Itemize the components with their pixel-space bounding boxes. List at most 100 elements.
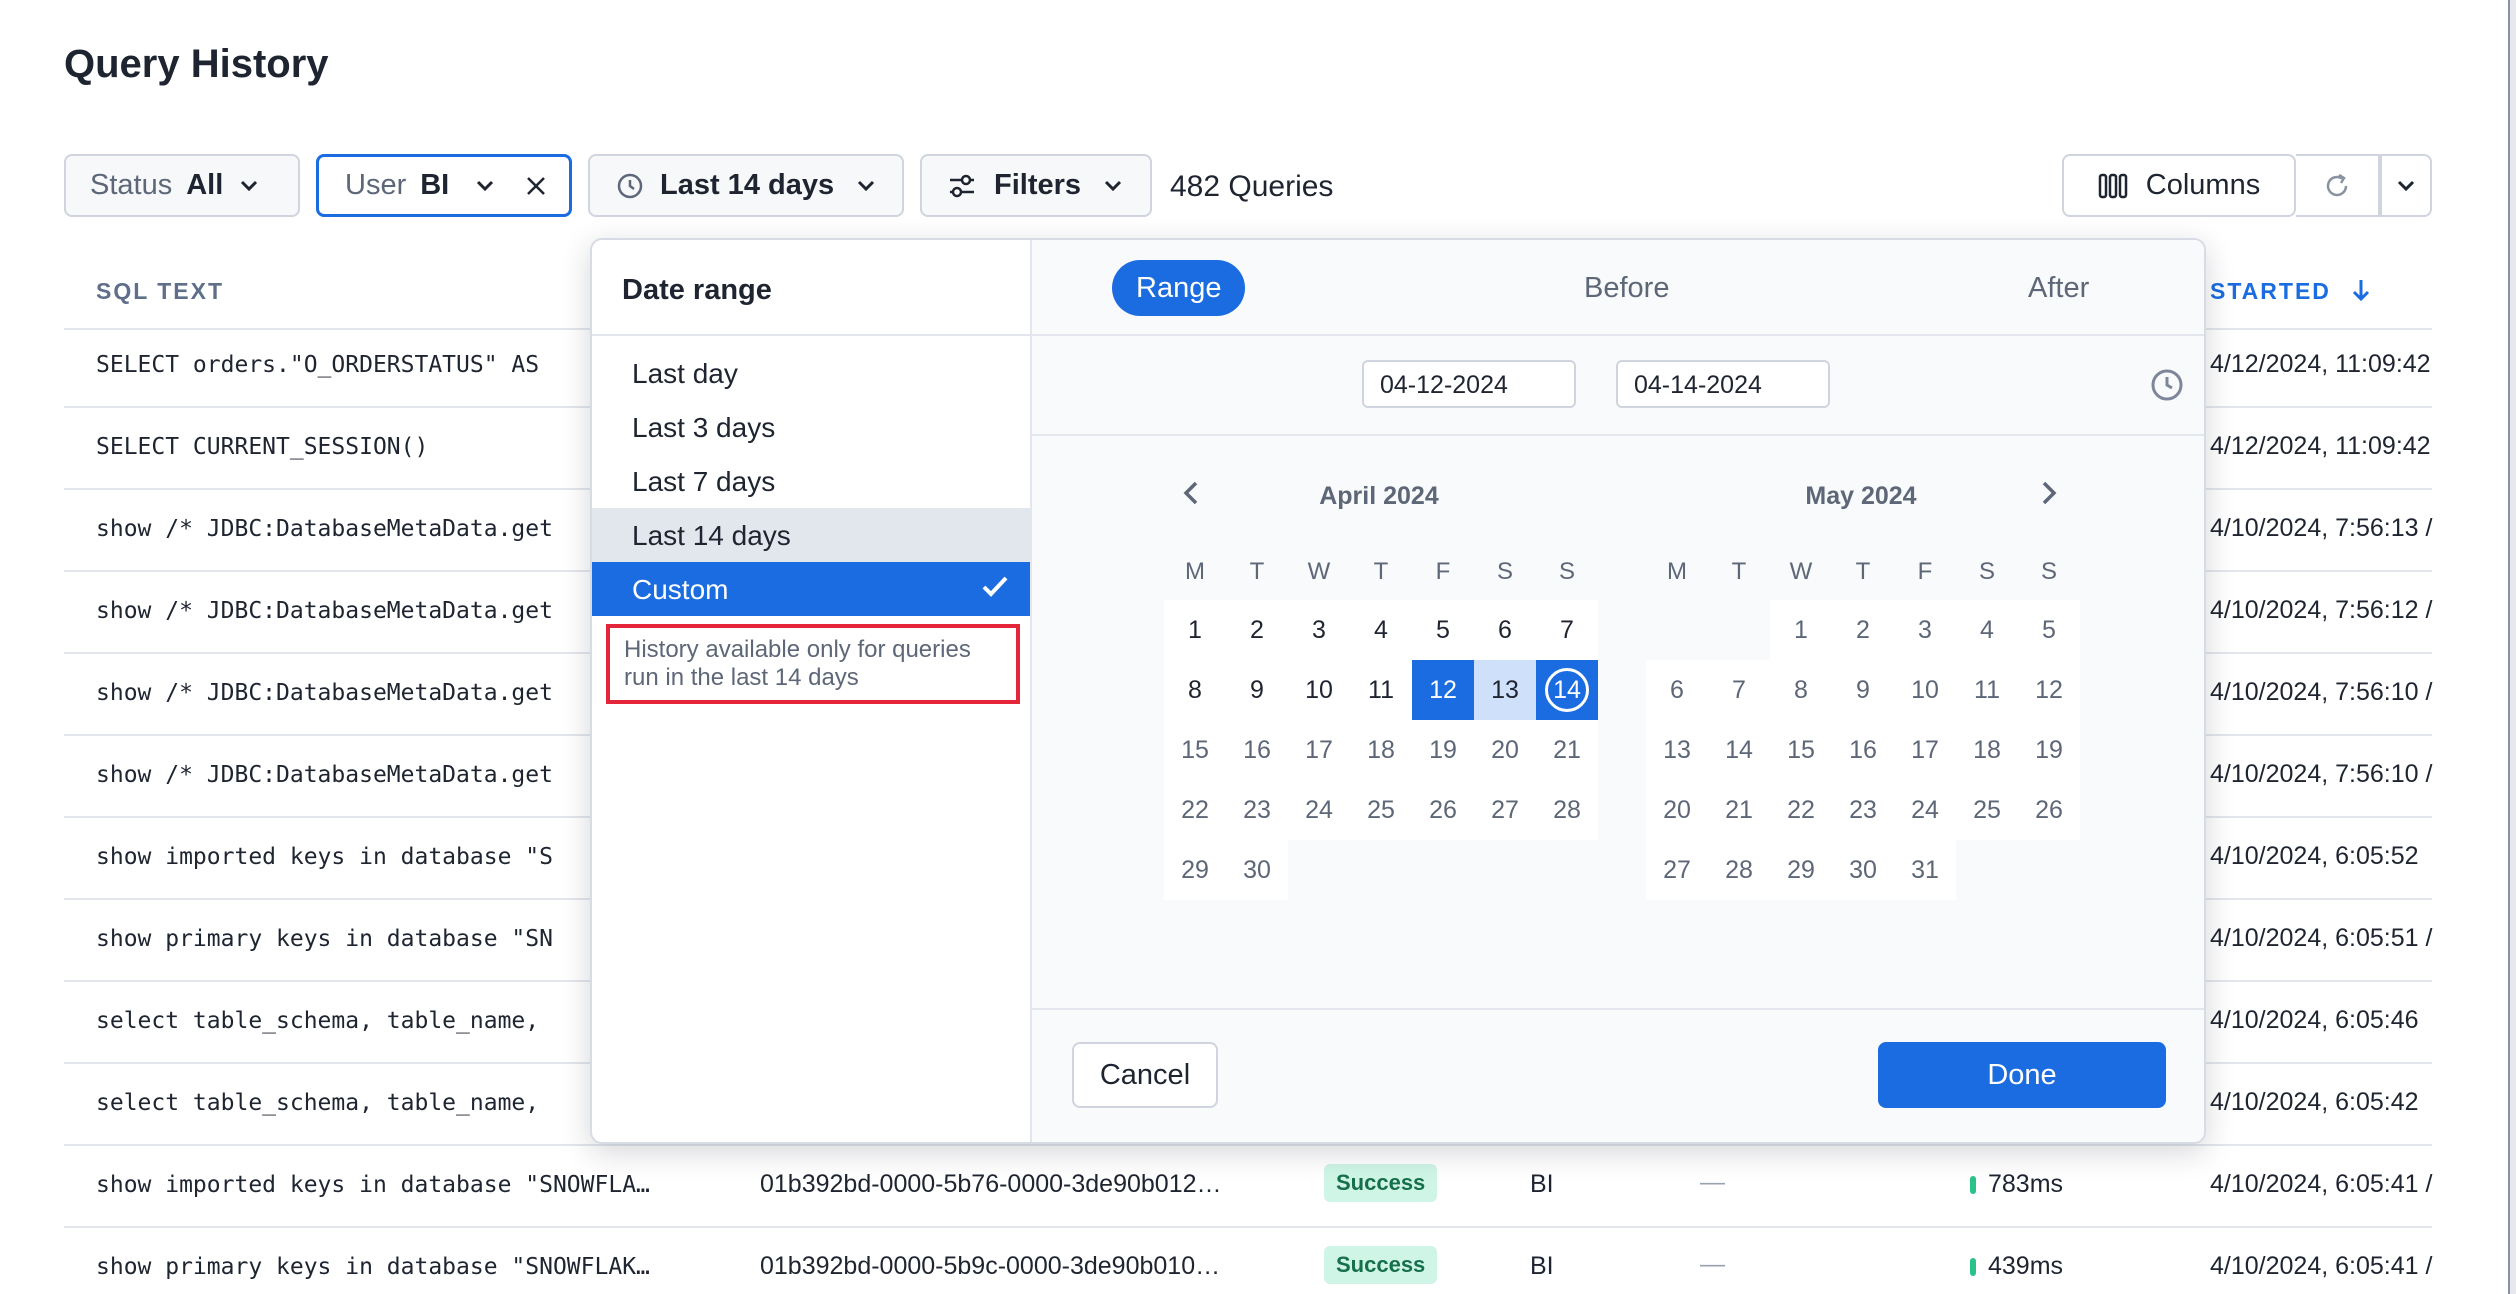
calendar-day[interactable]: 30: [1832, 840, 1894, 900]
calendar-day[interactable]: 1: [1770, 600, 1832, 660]
calendar-day[interactable]: 1: [1164, 600, 1226, 660]
refresh-options-button[interactable]: [2380, 154, 2432, 217]
calendar-day[interactable]: 29: [1164, 840, 1226, 900]
calendar-day[interactable]: 21: [1708, 780, 1770, 840]
calendar-day[interactable]: 5: [1412, 600, 1474, 660]
calendar-day[interactable]: 2: [1226, 600, 1288, 660]
calendar-day[interactable]: 11: [1956, 660, 2018, 720]
calendar-day[interactable]: 11: [1350, 660, 1412, 720]
tab-after[interactable]: After: [2004, 260, 2113, 316]
calendar-day[interactable]: 26: [1412, 780, 1474, 840]
calendar-day[interactable]: 15: [1770, 720, 1832, 780]
calendar-day[interactable]: 17: [1894, 720, 1956, 780]
calendar-day[interactable]: 27: [1646, 840, 1708, 900]
calendar-day[interactable]: 9: [1226, 660, 1288, 720]
calendar-day[interactable]: 8: [1164, 660, 1226, 720]
calendar-day[interactable]: 13: [1646, 720, 1708, 780]
chevron-down-icon[interactable]: [475, 173, 495, 199]
chevron-down-icon: [856, 173, 876, 199]
table-row[interactable]: show primary keys in database "SNOWFLAK……: [64, 1228, 2432, 1294]
clear-user-filter-icon[interactable]: [525, 175, 547, 197]
empty-cell: —: [1700, 1168, 1725, 1196]
calendar-day[interactable]: 28: [1708, 840, 1770, 900]
calendar-day[interactable]: 26: [2018, 780, 2080, 840]
calendar-day[interactable]: 2: [1832, 600, 1894, 660]
sql-text-cell: show imported keys in database "S: [96, 844, 553, 870]
column-header-started[interactable]: STARTED: [2210, 278, 2371, 308]
time-clock-icon[interactable]: [2150, 368, 2184, 407]
calendar-day[interactable]: 3: [1894, 600, 1956, 660]
start-date-input[interactable]: 04-12-2024: [1362, 360, 1576, 408]
calendar-day[interactable]: 30: [1226, 840, 1288, 900]
done-button[interactable]: Done: [1878, 1042, 2166, 1108]
page-scrollbar[interactable]: [2508, 0, 2516, 1294]
calendar-day[interactable]: 8: [1770, 660, 1832, 720]
calendar-day[interactable]: 24: [1288, 780, 1350, 840]
calendar-day[interactable]: 14: [1708, 720, 1770, 780]
status-badge: Success: [1324, 1246, 1438, 1284]
sql-text-cell: select table_schema, table_name,: [96, 1008, 540, 1034]
end-date-input[interactable]: 04-14-2024: [1616, 360, 1830, 408]
weekday-header: S: [1496, 558, 1513, 585]
calendar-day[interactable]: 7: [1708, 660, 1770, 720]
calendar-day[interactable]: 21: [1536, 720, 1598, 780]
calendar-day[interactable]: 25: [1350, 780, 1412, 840]
columns-button[interactable]: Columns: [2062, 154, 2296, 217]
calendar-day[interactable]: 12: [1412, 660, 1474, 720]
preset-last-3-days[interactable]: Last 3 days: [592, 400, 1030, 454]
calendar-day[interactable]: 3: [1288, 600, 1350, 660]
popup-footer: Cancel Done: [1032, 1008, 2204, 1142]
time-range-chip[interactable]: Last 14 days: [588, 154, 904, 217]
calendar-day[interactable]: 6: [1474, 600, 1536, 660]
calendar-day[interactable]: 20: [1474, 720, 1536, 780]
calendar-day[interactable]: 4: [1956, 600, 2018, 660]
refresh-button[interactable]: [2296, 154, 2380, 217]
chevron-right-icon[interactable]: [2040, 480, 2058, 514]
status-badge: Success: [1324, 1164, 1438, 1202]
calendar-day[interactable]: 28: [1536, 780, 1598, 840]
calendar-day[interactable]: 18: [1350, 720, 1412, 780]
weekday-header: F: [1435, 558, 1451, 585]
tab-range[interactable]: Range: [1112, 260, 1246, 316]
calendar-day[interactable]: 13: [1474, 660, 1536, 720]
calendar-day[interactable]: 16: [1226, 720, 1288, 780]
calendar-day[interactable]: 31: [1894, 840, 1956, 900]
calendar-day[interactable]: 24: [1894, 780, 1956, 840]
calendar-day[interactable]: 20: [1646, 780, 1708, 840]
cancel-button[interactable]: Cancel: [1072, 1042, 1218, 1108]
calendar-day[interactable]: 6: [1646, 660, 1708, 720]
calendar-day[interactable]: 23: [1832, 780, 1894, 840]
calendar-day[interactable]: 9: [1832, 660, 1894, 720]
calendar-day[interactable]: 16: [1832, 720, 1894, 780]
user-filter-chip[interactable]: User BI: [316, 154, 572, 217]
preset-last-7-days[interactable]: Last 7 days: [592, 454, 1030, 508]
calendar-day[interactable]: 22: [1164, 780, 1226, 840]
column-header-sql-text[interactable]: SQL TEXT: [96, 278, 224, 305]
calendar-day[interactable]: 19: [1412, 720, 1474, 780]
preset-last-day[interactable]: Last day: [592, 346, 1030, 400]
calendar-day[interactable]: 10: [1288, 660, 1350, 720]
started-cell: 4/10/2024, 7:56:13 /: [2210, 514, 2433, 542]
tab-before[interactable]: Before: [1560, 260, 1693, 316]
columns-label: Columns: [2145, 169, 2261, 201]
calendar-day[interactable]: 12: [2018, 660, 2080, 720]
calendar-day[interactable]: 15: [1164, 720, 1226, 780]
calendar-day[interactable]: 29: [1770, 840, 1832, 900]
calendar-day[interactable]: 27: [1474, 780, 1536, 840]
filters-button[interactable]: Filters: [920, 154, 1152, 217]
calendar-day[interactable]: 14: [1536, 660, 1598, 720]
calendar-day[interactable]: 4: [1350, 600, 1412, 660]
status-filter-chip[interactable]: Status All: [64, 154, 300, 217]
calendar-day[interactable]: 19: [2018, 720, 2080, 780]
calendar-day[interactable]: 5: [2018, 600, 2080, 660]
calendar-day[interactable]: 25: [1956, 780, 2018, 840]
calendar-day[interactable]: 18: [1956, 720, 2018, 780]
calendar-day[interactable]: 22: [1770, 780, 1832, 840]
calendar-day[interactable]: 23: [1226, 780, 1288, 840]
calendar-day[interactable]: 17: [1288, 720, 1350, 780]
calendar-day[interactable]: 10: [1894, 660, 1956, 720]
table-row[interactable]: show imported keys in database "SNOWFLA……: [64, 1146, 2432, 1228]
calendar-day[interactable]: 7: [1536, 600, 1598, 660]
preset-last-14-days[interactable]: Last 14 days: [592, 508, 1030, 562]
preset-custom[interactable]: Custom: [592, 562, 1030, 616]
